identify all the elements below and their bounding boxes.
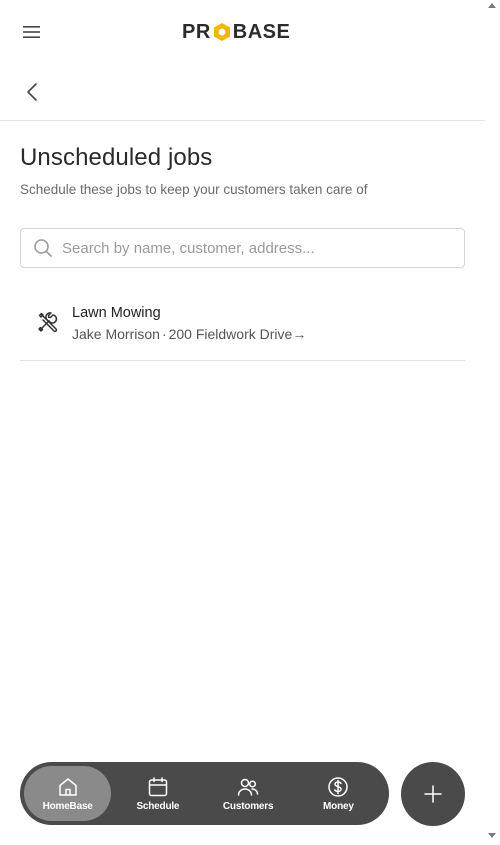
add-button[interactable] — [401, 762, 465, 826]
menu-button[interactable] — [20, 20, 44, 44]
plus-icon — [424, 785, 442, 803]
users-icon — [237, 776, 259, 798]
search-icon — [33, 238, 53, 258]
nav-label-schedule: Schedule — [136, 800, 180, 812]
back-row — [0, 64, 485, 121]
probase-logo[interactable]: PR BASE — [182, 20, 290, 44]
tools-icon — [36, 310, 60, 334]
scroll-down-arrow-icon[interactable] — [488, 833, 496, 838]
scroll-up-arrow-icon[interactable] — [488, 3, 496, 8]
logo-text-start: PR — [182, 20, 211, 43]
calendar-icon — [147, 776, 169, 798]
nav-label-customers: Customers — [222, 800, 274, 812]
page-title: Unscheduled jobs — [20, 144, 213, 171]
nav-label-homebase: HomeBase — [42, 800, 93, 812]
hamburger-icon — [23, 26, 40, 38]
page-subtitle: Schedule these jobs to keep your custome… — [20, 182, 368, 197]
logo-text-end: BASE — [232, 20, 291, 43]
search-box — [20, 228, 465, 268]
job-title: Lawn Mowing — [72, 305, 161, 321]
home-icon — [57, 776, 79, 798]
job-meta: Jake Morrison · 200 Fieldwork Drive→ — [72, 326, 306, 342]
nav-item-money[interactable]: Money — [295, 766, 382, 821]
search-input[interactable] — [62, 239, 442, 257]
top-bar: PR BASE — [0, 0, 485, 64]
nav-item-homebase[interactable]: HomeBase — [24, 766, 112, 821]
nav-item-schedule[interactable]: Schedule — [114, 766, 201, 821]
nav-label-money: Money — [323, 800, 354, 812]
job-address: 200 Fieldwork Drive — [168, 326, 293, 342]
back-button[interactable] — [22, 80, 42, 104]
job-list-item[interactable]: Lawn Mowing Jake Morrison · 200 Fieldwork … — [20, 296, 465, 361]
logo-hexagon-icon — [212, 22, 232, 42]
job-meta-separator: · — [161, 326, 167, 342]
arrow-right-icon: → — [292, 326, 307, 342]
job-customer: Jake Morrison — [72, 326, 160, 342]
bottom-nav: HomeBase Schedule Customers Money — [20, 762, 389, 825]
dollar-icon — [327, 776, 349, 798]
chevron-left-icon — [27, 83, 37, 101]
main-content: PR BASE Unscheduled jobs Schedule these … — [0, 0, 485, 845]
nav-item-customers[interactable]: Customers — [205, 766, 292, 821]
vertical-scrollbar[interactable] — [485, 0, 500, 845]
app: PR BASE Unscheduled jobs Schedule these … — [0, 0, 500, 845]
